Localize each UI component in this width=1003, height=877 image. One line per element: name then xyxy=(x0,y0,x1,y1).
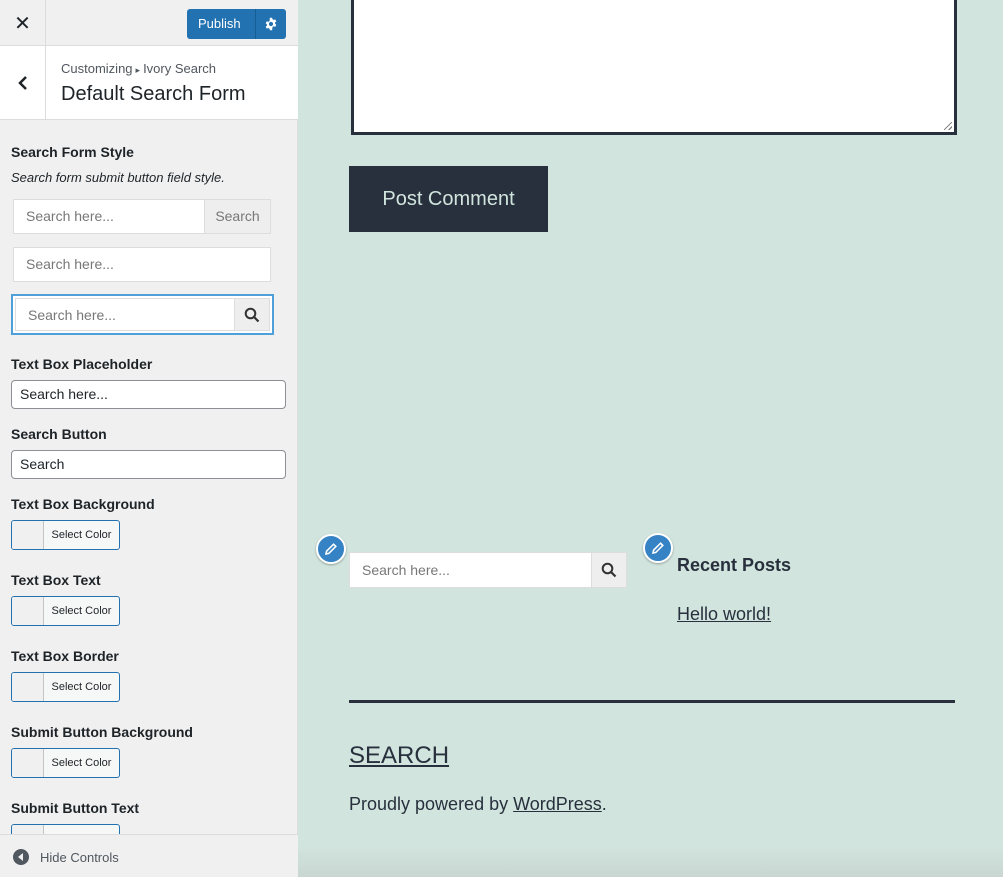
form-style-description: Search form submit button field style. xyxy=(11,170,225,185)
style-option-no-button[interactable]: Search here... xyxy=(13,247,271,282)
pencil-icon xyxy=(651,542,664,555)
style-option-inner: Search here... xyxy=(15,298,270,331)
preview-search-form[interactable]: Search here... xyxy=(349,552,627,588)
customizer-topbar: ✕ Publish xyxy=(0,0,298,46)
close-icon: ✕ xyxy=(14,12,31,35)
wordpress-link[interactable]: WordPress xyxy=(513,794,602,814)
publish-settings-button[interactable] xyxy=(255,9,286,39)
back-button[interactable] xyxy=(0,46,46,120)
preview-search-button[interactable] xyxy=(591,553,626,587)
select-color-label: Select Color xyxy=(51,681,112,693)
breadcrumb-arrow-icon: ▸ xyxy=(135,65,141,75)
select-color-label: Select Color xyxy=(51,529,112,541)
breadcrumb: Customizing ▸ Ivory Search xyxy=(61,61,216,76)
color-label-textbox-border: Text Box Border xyxy=(11,648,119,664)
select-color-label: Select Color xyxy=(51,757,112,769)
footer-divider xyxy=(349,700,955,703)
hide-controls-label: Hide Controls xyxy=(40,849,119,865)
recent-post-link[interactable]: Hello world! xyxy=(677,604,771,625)
pencil-icon xyxy=(324,543,337,556)
site-title-link[interactable]: SEARCH xyxy=(349,742,449,770)
style-option-placeholder: Search here... xyxy=(26,256,114,272)
style-option-icon-button[interactable]: Search here... xyxy=(11,294,274,335)
edit-shortcut-recent-posts[interactable] xyxy=(643,533,673,563)
style-option-with-button[interactable]: Search here... Search xyxy=(13,199,271,234)
powered-by-text: Proudly powered by WordPress. xyxy=(349,794,607,815)
color-swatch xyxy=(12,521,44,549)
close-button[interactable]: ✕ xyxy=(0,0,46,46)
search-icon xyxy=(244,307,260,322)
style-option-placeholder: Search here... xyxy=(26,208,114,224)
form-style-label: Search Form Style xyxy=(11,144,134,160)
select-color-label: Select Color xyxy=(51,605,112,617)
search-button-label: Search Button xyxy=(11,426,107,442)
color-picker-textbox-bg[interactable]: Select Color xyxy=(11,520,120,550)
color-label-textbox-text: Text Box Text xyxy=(11,572,101,588)
color-label-textbox-bg: Text Box Background xyxy=(11,496,155,512)
powered-suffix: . xyxy=(601,794,607,814)
color-swatch xyxy=(12,673,44,701)
hide-controls-button[interactable]: Hide Controls xyxy=(13,849,119,865)
search-button-input[interactable]: Search xyxy=(11,450,286,479)
search-icon xyxy=(601,562,617,578)
gear-icon xyxy=(265,17,276,31)
bottom-fade xyxy=(298,846,1003,877)
preview-search-placeholder: Search here... xyxy=(362,562,450,578)
breadcrumb-prefix: Customizing xyxy=(61,61,133,76)
color-label-submit-text: Submit Button Text xyxy=(11,800,140,816)
publish-group: Publish xyxy=(187,9,286,39)
style-option-search-button xyxy=(234,299,269,330)
placeholder-label: Text Box Placeholder xyxy=(11,356,153,372)
color-picker-textbox-text[interactable]: Select Color xyxy=(11,596,120,626)
section-header: Customizing ▸ Ivory Search Default Search … xyxy=(0,46,298,120)
color-picker-textbox-border[interactable]: Select Color xyxy=(11,672,120,702)
customizer-footer: Hide Controls xyxy=(0,834,298,877)
edit-shortcut-search-widget[interactable] xyxy=(316,534,346,564)
collapse-arrow-icon xyxy=(13,849,29,865)
comment-textarea[interactable] xyxy=(351,0,957,135)
post-comment-button[interactable]: Post Comment xyxy=(349,166,548,232)
breadcrumb-parent: Ivory Search xyxy=(143,61,217,76)
color-swatch xyxy=(12,597,44,625)
section-title: Default Search Form xyxy=(61,83,246,105)
resize-handle-icon[interactable] xyxy=(944,122,952,130)
style-option-button-text: Search xyxy=(204,200,270,233)
powered-prefix: Proudly powered by xyxy=(349,794,514,814)
chevron-left-icon xyxy=(17,76,27,90)
color-label-submit-bg: Submit Button Background xyxy=(11,724,193,740)
placeholder-input[interactable]: Search here... xyxy=(11,380,286,409)
color-picker-submit-bg[interactable]: Select Color xyxy=(11,748,120,778)
customizer-panel: ✕ Publish Customizing ▸ Ivory Search Defau… xyxy=(0,0,298,877)
color-swatch xyxy=(12,749,44,777)
recent-posts-title: Recent Posts xyxy=(677,555,792,575)
style-option-placeholder: Search here... xyxy=(28,307,116,323)
publish-button[interactable]: Publish xyxy=(187,9,256,39)
